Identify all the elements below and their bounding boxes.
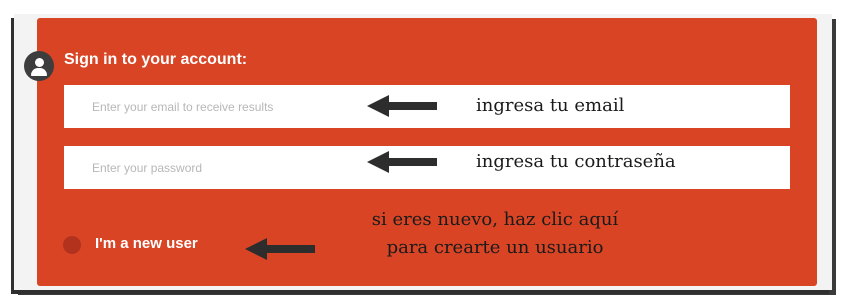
new-user-annotation-line2: para crearte un usuario	[386, 237, 604, 258]
user-icon-shoulders	[31, 68, 47, 76]
sign-in-title: Sign in to your account:	[64, 51, 248, 68]
arrow-left-icon	[367, 151, 437, 173]
new-user-annotation: si eres nuevo, haz clic aquí para creart…	[330, 206, 660, 262]
user-icon	[24, 51, 54, 81]
arrow-left-icon	[245, 238, 315, 260]
arrow-left-icon	[367, 95, 437, 117]
new-user-radio[interactable]	[63, 236, 81, 254]
user-icon-head	[35, 58, 44, 67]
password-annotation: ingresa tu contraseña	[476, 151, 676, 172]
new-user-label[interactable]: I'm a new user	[95, 235, 198, 252]
email-annotation: ingresa tu email	[476, 95, 625, 116]
new-user-annotation-line1: si eres nuevo, haz clic aquí	[371, 209, 619, 230]
